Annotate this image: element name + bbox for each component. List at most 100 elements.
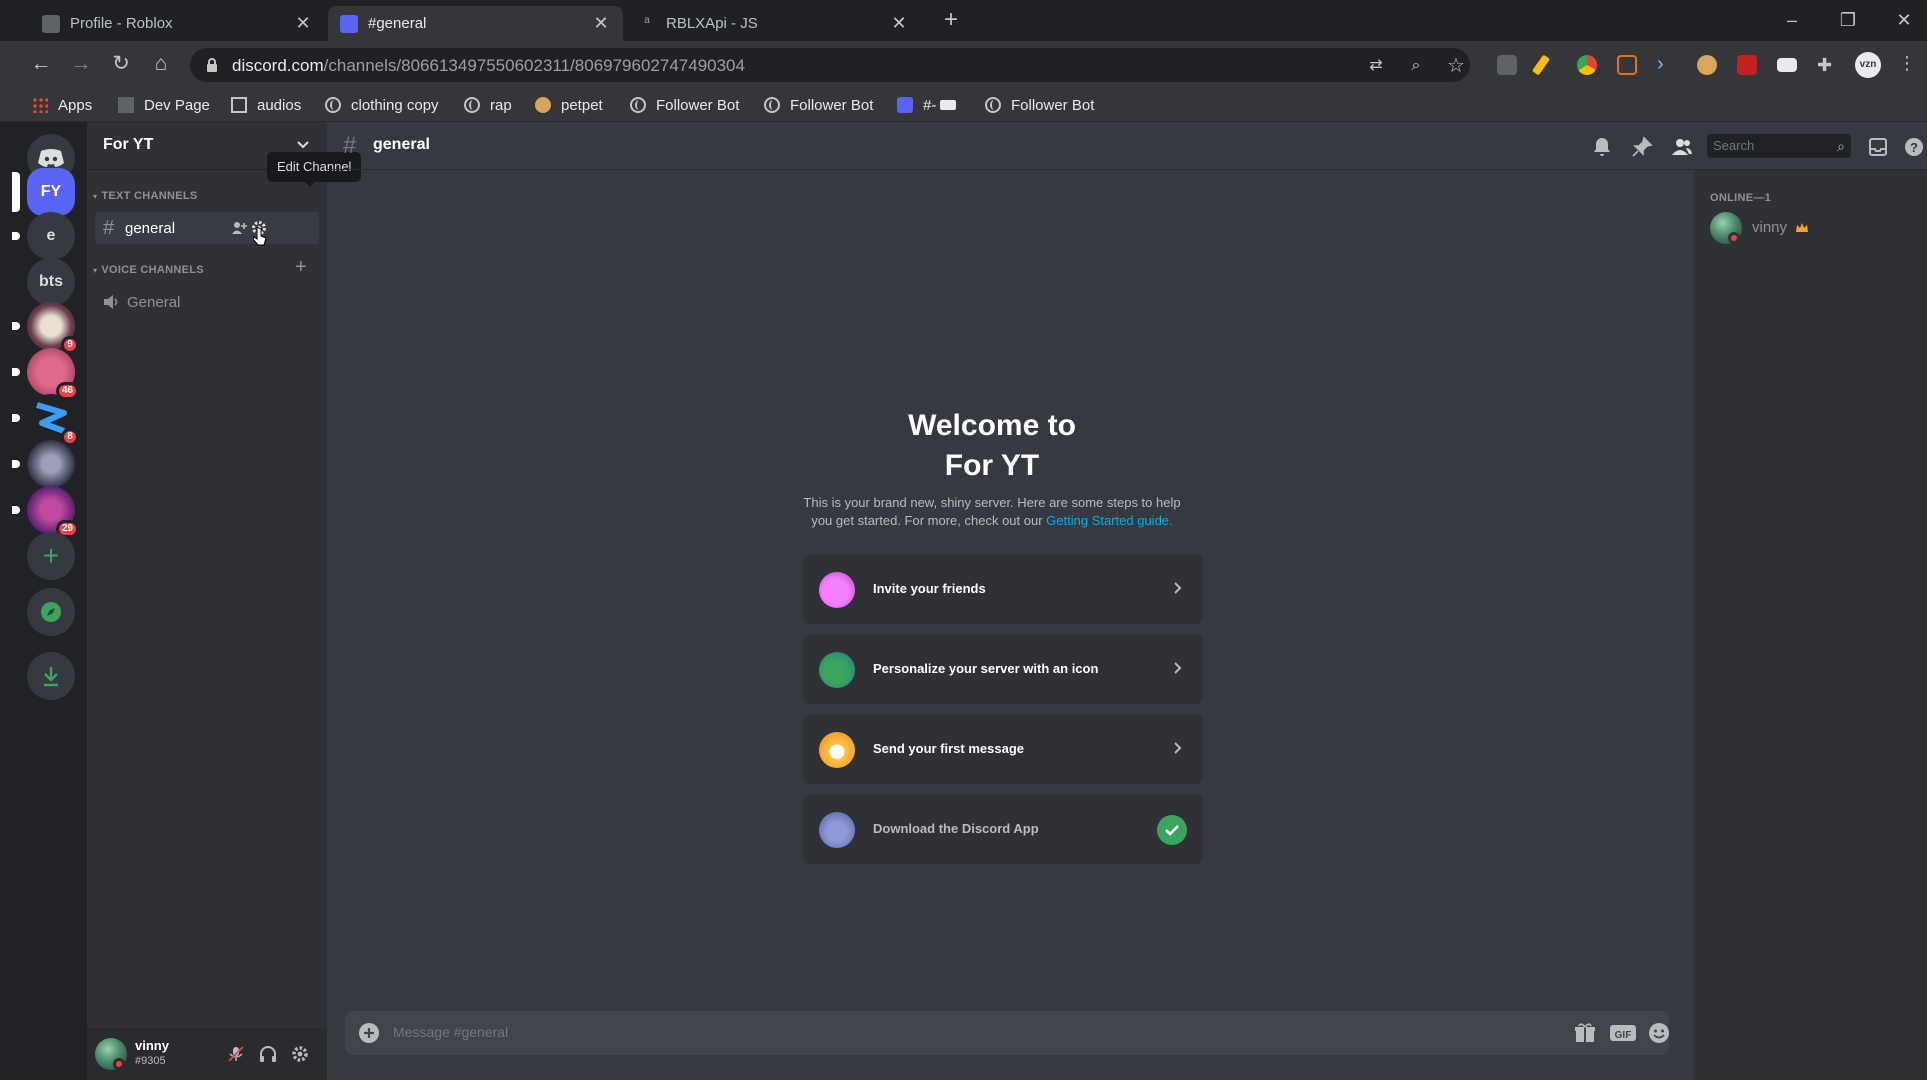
bookmark-follower-bot-2[interactable]: Follower Bot bbox=[764, 94, 873, 116]
bookmark-follower-bot-3[interactable]: Follower Bot bbox=[985, 94, 1094, 116]
close-tab-icon[interactable]: ✕ bbox=[293, 13, 313, 34]
bookmark-dev-page[interactable]: Dev Page bbox=[118, 94, 210, 116]
personalize-server-card[interactable]: Personalize your server with an icon bbox=[803, 634, 1203, 704]
server-dark[interactable] bbox=[12, 440, 75, 488]
bookmark-label: audios bbox=[257, 96, 302, 114]
gif-icon[interactable]: GIF bbox=[1609, 1021, 1637, 1045]
minimize-window-button[interactable]: – bbox=[1772, 6, 1812, 34]
bookmark-apps[interactable]: Apps bbox=[32, 94, 92, 116]
globe-icon bbox=[464, 97, 480, 113]
download-app-card[interactable]: Download the Discord App bbox=[803, 794, 1203, 864]
tab-general[interactable]: #general ✕ bbox=[328, 6, 623, 41]
server-rbx[interactable]: 9 bbox=[12, 302, 79, 354]
chrome-extension-icon[interactable] bbox=[1577, 55, 1597, 75]
notification-bell-icon[interactable] bbox=[1591, 136, 1613, 158]
search-placeholder: Search bbox=[1713, 138, 1755, 153]
bookmark-follower-bot-1[interactable]: Follower Bot bbox=[630, 94, 739, 116]
first-message-card[interactable]: Send your first message bbox=[803, 714, 1203, 784]
member-list-icon[interactable] bbox=[1671, 136, 1693, 158]
zoom-icon[interactable]: ⌕ bbox=[1406, 56, 1426, 76]
speaker-icon bbox=[104, 295, 118, 309]
bookmark-label: Dev Page bbox=[144, 96, 210, 114]
inbox-icon[interactable] bbox=[1867, 136, 1889, 158]
member-item[interactable]: vinny bbox=[1702, 206, 1918, 248]
gift-icon[interactable] bbox=[1573, 1021, 1597, 1045]
add-server-button[interactable]: + bbox=[27, 532, 75, 580]
invite-friends-card[interactable]: Invite your friends bbox=[803, 554, 1203, 624]
globe-icon bbox=[764, 97, 780, 113]
server-bts[interactable]: bts bbox=[27, 258, 75, 306]
welcome-section: Welcome to For YT This is your brand new… bbox=[327, 170, 1667, 1000]
channel-sidebar: For YT ▾ TEXT CHANNELS Edit Channel # gen… bbox=[87, 122, 362, 1080]
extension-icon[interactable] bbox=[1737, 55, 1757, 75]
server-for-yt[interactable]: FY bbox=[12, 168, 75, 216]
extensions-puzzle-icon[interactable]: ✚ bbox=[1817, 55, 1837, 75]
search-input[interactable]: Search ⌕ bbox=[1707, 134, 1851, 158]
folder-extension-icon[interactable] bbox=[1777, 58, 1797, 72]
new-tab-button[interactable]: + bbox=[938, 8, 964, 34]
getting-started-link[interactable]: Getting Started guide. bbox=[1046, 513, 1172, 528]
extension-icon[interactable] bbox=[1617, 55, 1637, 75]
emoji-icon[interactable] bbox=[1647, 1021, 1671, 1045]
translate-icon[interactable]: ⇄ bbox=[1366, 56, 1386, 76]
home-button[interactable]: ⌂ bbox=[146, 49, 176, 79]
chevron-down-icon bbox=[297, 141, 309, 149]
headphones-icon[interactable] bbox=[259, 1045, 277, 1063]
server-pink[interactable]: 46 bbox=[12, 348, 79, 400]
user-panel: vinny #9305 bbox=[87, 1028, 327, 1080]
help-icon[interactable]: ? bbox=[1903, 136, 1925, 158]
apps-grid-icon bbox=[32, 97, 48, 113]
server-purple[interactable]: 29 bbox=[12, 486, 79, 538]
forward-button[interactable]: → bbox=[66, 49, 96, 79]
unread-indicator bbox=[12, 322, 20, 330]
tab-profile-roblox[interactable]: Profile - Roblox ✕ bbox=[30, 6, 325, 41]
category-text-channels[interactable]: ▾ TEXT CHANNELS bbox=[93, 190, 198, 202]
back-button[interactable]: ← bbox=[26, 49, 56, 79]
bookmark-audios[interactable]: audios bbox=[231, 94, 301, 116]
message-input[interactable]: Message #general bbox=[393, 1024, 508, 1040]
browser-menu-icon[interactable]: ⋮ bbox=[1898, 53, 1916, 74]
channel-voice-general[interactable]: General bbox=[95, 286, 319, 318]
user-avatar[interactable] bbox=[95, 1038, 127, 1070]
tab-title: RBLXApi - JS bbox=[666, 15, 758, 32]
attach-plus-icon[interactable] bbox=[357, 1021, 381, 1045]
petpet-icon bbox=[535, 97, 551, 113]
bookmark-clothing-copy[interactable]: clothing copy bbox=[325, 94, 439, 116]
browser-tab-strip: Profile - Roblox ✕ #general ✕ a RBLXApi … bbox=[0, 0, 1927, 41]
pencil-extension-icon[interactable] bbox=[1531, 54, 1551, 76]
close-tab-icon[interactable]: ✕ bbox=[591, 13, 611, 34]
bookmark-label: Follower Bot bbox=[1011, 96, 1095, 114]
arrow-extension-icon[interactable]: › bbox=[1657, 54, 1677, 75]
bookmark-star-icon[interactable]: ☆ bbox=[1446, 56, 1466, 76]
server-z[interactable]: 8 bbox=[12, 394, 79, 446]
tab-rblxapi[interactable]: a RBLXApi - JS ✕ bbox=[626, 6, 921, 41]
bookmark-discord-channel[interactable]: #- bbox=[897, 94, 957, 116]
dnd-status-icon bbox=[1728, 232, 1740, 244]
restore-window-button[interactable]: ❐ bbox=[1828, 6, 1868, 34]
bookmark-rap[interactable]: rap bbox=[464, 94, 512, 116]
mute-microphone-icon[interactable] bbox=[227, 1045, 245, 1063]
close-window-button[interactable]: ✕ bbox=[1884, 6, 1924, 34]
category-voice-channels[interactable]: ▾ VOICE CHANNELS bbox=[93, 264, 204, 276]
explore-servers-button[interactable] bbox=[27, 588, 75, 636]
personalize-icon bbox=[819, 652, 855, 688]
download-apps-button[interactable] bbox=[27, 652, 75, 700]
create-channel-plus-icon[interactable]: + bbox=[295, 256, 307, 279]
close-tab-icon[interactable]: ✕ bbox=[889, 13, 909, 34]
message-composer[interactable]: Message #general GIF bbox=[345, 1011, 1669, 1055]
channel-general[interactable]: # general bbox=[95, 212, 319, 246]
bookmark-petpet[interactable]: petpet bbox=[535, 94, 603, 116]
address-bar[interactable]: discord.com/channels/806613497550602311/… bbox=[190, 48, 1470, 82]
reload-button[interactable]: ↻ bbox=[106, 49, 136, 79]
channel-name: General bbox=[127, 293, 181, 311]
invite-member-icon[interactable] bbox=[231, 220, 247, 236]
extension-icon[interactable] bbox=[1497, 55, 1517, 75]
cookie-extension-icon[interactable] bbox=[1697, 55, 1717, 75]
dnd-status-icon bbox=[113, 1058, 125, 1070]
server-e[interactable]: e bbox=[12, 212, 75, 260]
pin-icon[interactable] bbox=[1631, 136, 1653, 158]
user-settings-gear-icon[interactable] bbox=[291, 1045, 309, 1063]
category-label: VOICE CHANNELS bbox=[101, 264, 204, 276]
profile-avatar[interactable]: vzn bbox=[1855, 52, 1881, 78]
discord-app: FY e bts 9 46 8 29 + For YT ▾ TEXT CHANN… bbox=[12, 122, 1927, 1080]
